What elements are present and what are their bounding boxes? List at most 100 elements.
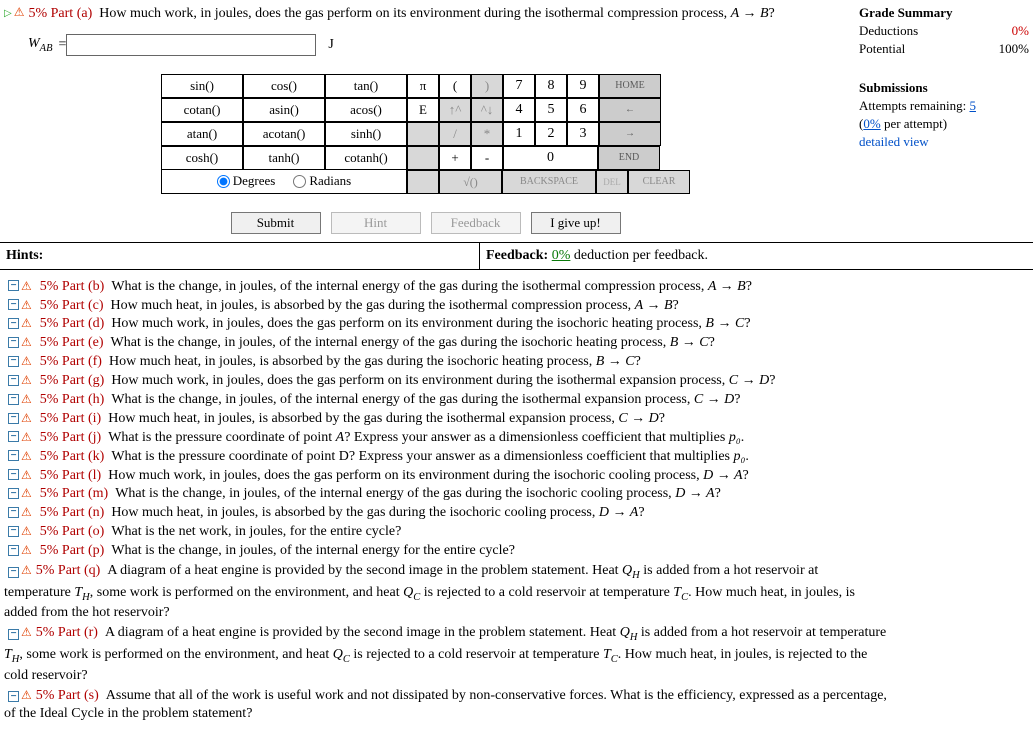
equals: = [59,35,67,55]
collapse-icon[interactable]: − [8,337,19,348]
part-q-line[interactable]: −⚠5% Part (q) A diagram of a heat engine… [0,561,1033,583]
key-4[interactable]: 4 [503,98,535,122]
key-8[interactable]: 8 [535,74,567,98]
part-o-line[interactable]: −⚠5% Part (o) What is the net work, in j… [0,523,1033,542]
key-pi[interactable]: π [407,74,439,98]
radio-radians[interactable]: Radians [293,172,351,190]
key-cosh[interactable]: cosh() [161,146,243,170]
collapse-icon[interactable]: − [8,567,19,578]
key-cotan[interactable]: cotan() [161,98,243,122]
part-p-line[interactable]: −⚠5% Part (p) What is the change, in jou… [0,542,1033,561]
key-0[interactable]: 0 [503,146,598,170]
key-5[interactable]: 5 [535,98,567,122]
key-9[interactable]: 9 [567,74,599,98]
part-h-line[interactable]: −⚠5% Part (h) What is the change, in jou… [0,391,1033,410]
detailed-view-link[interactable]: detailed view [859,133,1029,151]
key-clear[interactable]: CLEAR [628,170,690,194]
key-2[interactable]: 2 [535,122,567,146]
part-a-question: How much work, in joules, does the gas p… [92,4,775,24]
answer-input[interactable] [66,34,316,56]
part-i-line[interactable]: −⚠5% Part (i) How much heat, in joules, … [0,410,1033,429]
key-home[interactable]: HOME [599,74,661,98]
grade-summary-title: Grade Summary [859,4,1029,22]
key-sinh[interactable]: sinh() [325,122,407,146]
key-3[interactable]: 3 [567,122,599,146]
collapse-icon[interactable]: − [8,450,19,461]
collapse-icon[interactable]: − [8,356,19,367]
key-e[interactable]: E [407,98,439,122]
hint-button[interactable]: Hint [331,212,421,234]
key-atan[interactable]: atan() [161,122,243,146]
part-c-line[interactable]: −⚠5% Part (c) How much heat, in joules, … [0,297,1033,316]
key-1[interactable]: 1 [503,122,535,146]
feedback-button[interactable]: Feedback [431,212,521,234]
key-end[interactable]: END [598,146,660,170]
key-rparen[interactable]: ) [471,74,503,98]
warn-icon: ⚠ [21,504,32,520]
key-up[interactable]: ↑^ [439,98,471,122]
key-tanh[interactable]: tanh() [243,146,325,170]
key-down[interactable]: ^↓ [471,98,503,122]
attempts-link[interactable]: 5 [969,98,976,113]
key-cotanh[interactable]: cotanh() [325,146,407,170]
collapse-icon[interactable]: − [8,545,19,556]
collapse-icon[interactable]: − [8,691,19,702]
key-mul[interactable]: * [471,122,503,146]
key-div[interactable]: / [439,122,471,146]
collapse-icon[interactable]: − [8,413,19,424]
part-m-line[interactable]: −⚠5% Part (m) What is the change, in jou… [0,485,1033,504]
key-left[interactable]: ← [599,98,661,122]
key-minus[interactable]: - [471,146,503,170]
key-plus[interactable]: + [439,146,471,170]
warn-icon: ⚠ [21,372,32,388]
part-r-line[interactable]: −⚠5% Part (r) A diagram of a heat engine… [0,623,1033,645]
giveup-button[interactable]: I give up! [531,212,621,234]
warn-icon: ⚠ [21,353,32,369]
expand-icon[interactable]: ▷ [4,7,12,21]
key-cos[interactable]: cos() [243,74,325,98]
part-j-line[interactable]: −⚠5% Part (j) What is the pressure coord… [0,429,1033,448]
collapse-icon[interactable]: − [8,299,19,310]
hints-label: Hints: [0,243,480,269]
part-e-line[interactable]: −⚠5% Part (e) What is the change, in jou… [0,334,1033,353]
part-f-line[interactable]: −⚠5% Part (f) How much heat, in joules, … [0,353,1033,372]
key-acos[interactable]: acos() [325,98,407,122]
part-l-line[interactable]: −⚠5% Part (l) How much work, in joules, … [0,467,1033,486]
key-6[interactable]: 6 [567,98,599,122]
key-blank1 [407,122,439,146]
part-d-line[interactable]: −⚠5% Part (d) How much work, in joules, … [0,315,1033,334]
key-sin[interactable]: sin() [161,74,243,98]
part-s-line[interactable]: −⚠5% Part (s) Assume that all of the wor… [0,686,1033,706]
key-lparen[interactable]: ( [439,74,471,98]
collapse-icon[interactable]: − [8,375,19,386]
part-b-line[interactable]: −⚠5% Part (b) What is the change, in jou… [0,278,1033,297]
collapse-icon[interactable]: − [8,431,19,442]
key-del[interactable]: DEL [596,170,628,194]
warn-icon: ⚠ [21,391,32,407]
key-blank2 [407,146,439,170]
radio-degrees[interactable]: Degrees [217,172,276,190]
submit-button[interactable]: Submit [231,212,321,234]
submissions-title: Submissions [859,79,1029,97]
potential-label: Potential [859,40,905,58]
collapse-icon[interactable]: − [8,394,19,405]
key-backspace[interactable]: BACKSPACE [502,170,596,194]
part-k-line[interactable]: −⚠5% Part (k) What is the pressure coord… [0,448,1033,467]
collapse-icon[interactable]: − [8,318,19,329]
key-acotan[interactable]: acotan() [243,122,325,146]
collapse-icon[interactable]: − [8,469,19,480]
collapse-icon[interactable]: − [8,280,19,291]
collapse-icon[interactable]: − [8,488,19,499]
key-right[interactable]: → [599,122,661,146]
key-asin[interactable]: asin() [243,98,325,122]
part-n-line[interactable]: −⚠5% Part (n) How much heat, in joules, … [0,504,1033,523]
collapse-icon[interactable]: − [8,526,19,537]
answer-var: WAB [28,34,53,56]
key-7[interactable]: 7 [503,74,535,98]
collapse-icon[interactable]: − [8,507,19,518]
deductions-label: Deductions [859,22,918,40]
collapse-icon[interactable]: − [8,629,19,640]
key-sqrt[interactable]: √() [439,170,502,194]
part-g-line[interactable]: −⚠5% Part (g) How much work, in joules, … [0,372,1033,391]
key-tan[interactable]: tan() [325,74,407,98]
